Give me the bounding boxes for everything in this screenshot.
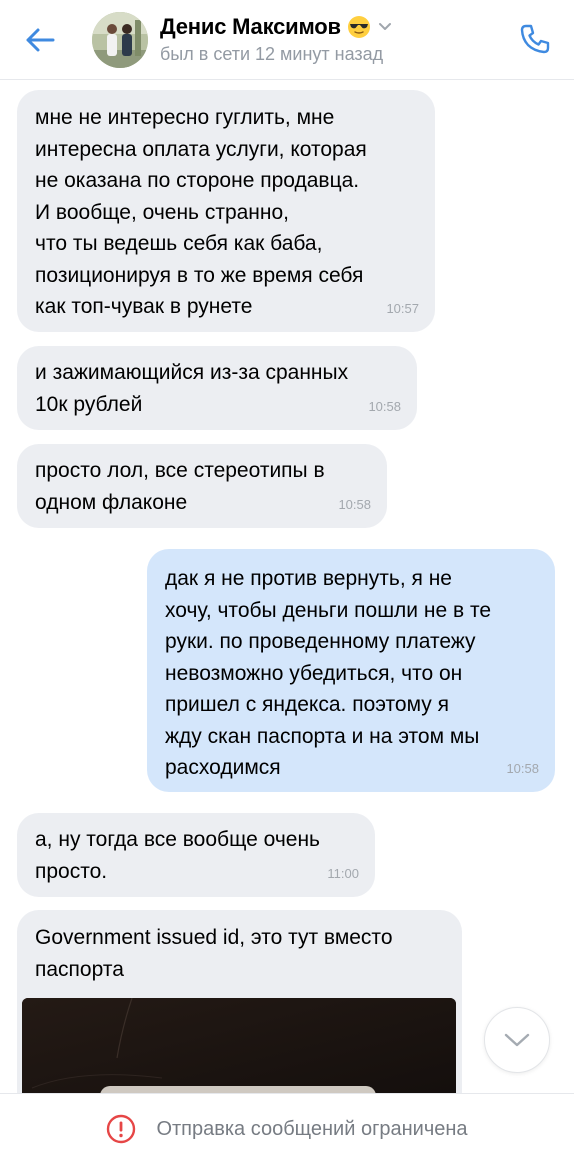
message-text: дак я не против вернуть, я не хочу, чтоб… — [165, 567, 492, 779]
messaging-restricted-bar: Отправка сообщений ограничена — [0, 1093, 574, 1164]
message-time: 11:00 — [327, 865, 359, 881]
message-time: 10:58 — [368, 398, 401, 414]
warning-circle-icon — [107, 1114, 136, 1144]
chevron-down-icon — [504, 1033, 530, 1047]
back-button[interactable] — [20, 20, 60, 60]
message-text: Government issued id, это тут вместо пас… — [35, 926, 393, 981]
restriction-notice: Отправка сообщений ограничена — [156, 1117, 468, 1140]
message-text: мне не интересно гуглить, мне интересна … — [35, 106, 367, 318]
message-bubble[interactable]: просто лол, все стереотипы в одном флако… — [17, 444, 387, 528]
sunglasses-emoji — [347, 16, 370, 38]
message-text: и зажимающийся из-за сранных 10к рублей — [35, 361, 349, 416]
message-time: 10:58 — [506, 760, 539, 776]
message-bubble[interactable]: и зажимающийся из-за сранных 10к рублей … — [17, 346, 417, 430]
message-bubble[interactable]: мне не интересно гуглить, мне интересна … — [17, 90, 435, 332]
message-time: 10:58 — [338, 496, 371, 512]
contact-name[interactable]: Денис Максимов — [160, 14, 341, 40]
chat-header: Денис Максимов был в сети 12 минут назад — [0, 0, 574, 80]
scroll-down-button[interactable] — [484, 1007, 550, 1073]
avatar[interactable] — [92, 12, 148, 68]
message-time: 10:57 — [386, 300, 419, 316]
message-bubble[interactable]: а, ну тогда все вообще очень просто. 11:… — [17, 813, 375, 897]
chevron-down-icon[interactable] — [377, 19, 393, 35]
message-bubble[interactable]: дак я не против вернуть, я не хочу, чтоб… — [147, 549, 555, 792]
online-status: был в сети 12 минут назад — [160, 44, 384, 64]
photo-attachment[interactable] — [22, 998, 456, 1108]
message-text: просто лол, все стереотипы в одном флако… — [35, 459, 325, 514]
arrow-left-icon — [26, 28, 55, 52]
message-text: а, ну тогда все вообще очень просто. — [35, 828, 320, 883]
call-button[interactable] — [514, 18, 556, 60]
phone-icon — [520, 24, 550, 54]
